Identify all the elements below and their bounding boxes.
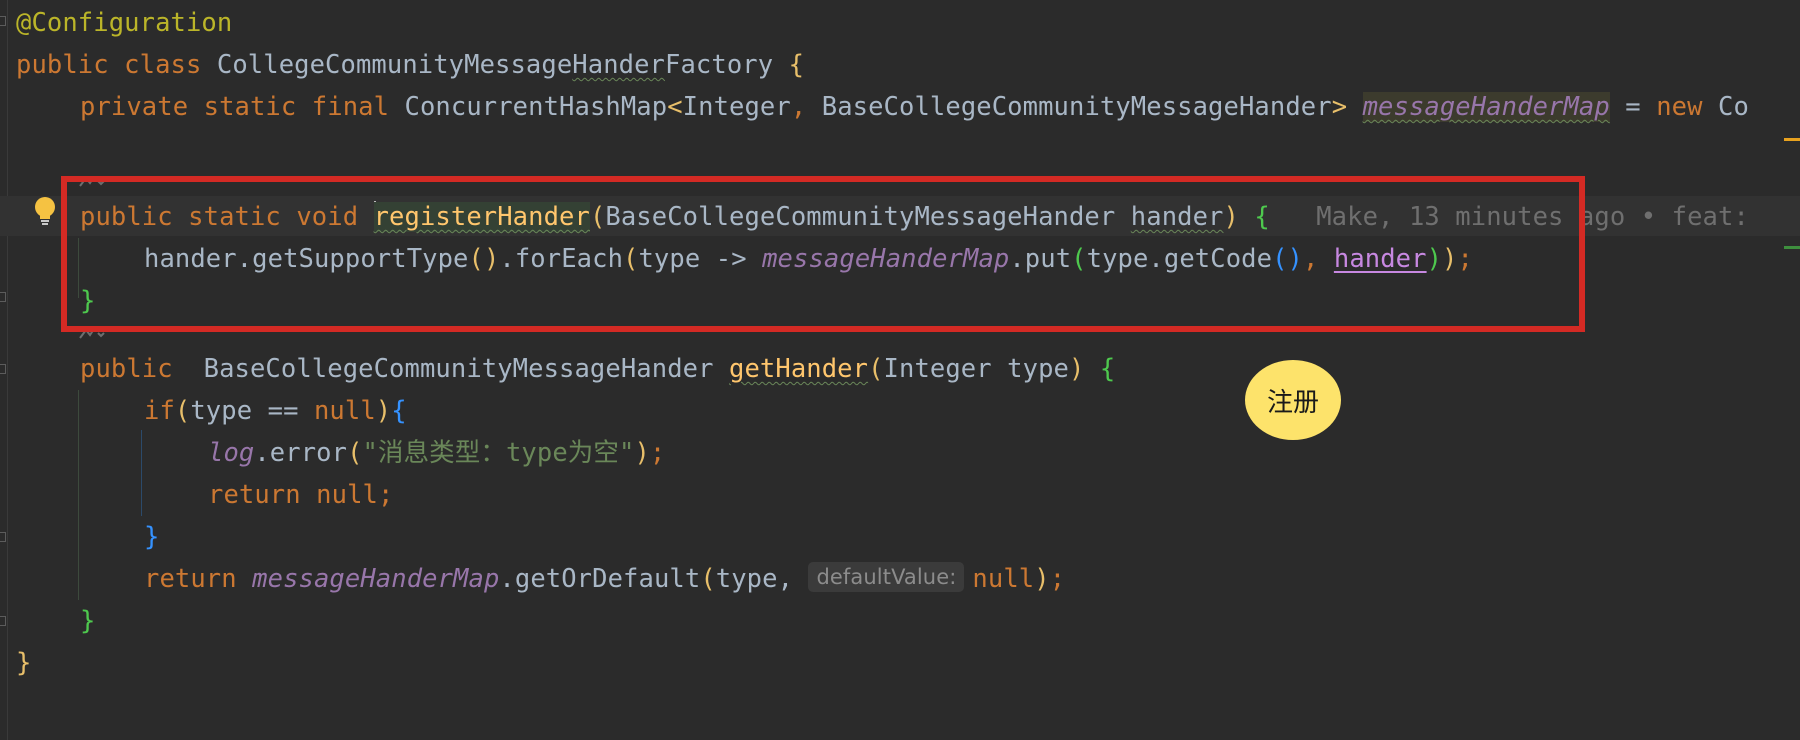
scrollbar-warning-marker[interactable] bbox=[1784, 138, 1800, 141]
keyword-token: null bbox=[313, 396, 376, 426]
indent-guide bbox=[78, 390, 79, 600]
keyword-token: null bbox=[316, 480, 378, 510]
call-token: .getOrDefault bbox=[499, 564, 701, 594]
paren: ( bbox=[868, 354, 884, 384]
code-line-1[interactable]: @Configuration bbox=[16, 2, 232, 44]
fold-marker[interactable] bbox=[0, 12, 8, 30]
type-token: BaseCollegeCommunityMessageHander bbox=[203, 354, 714, 384]
keyword-token: final bbox=[311, 92, 390, 122]
type-token: ConcurrentHashMap bbox=[404, 92, 668, 122]
lightbulb-icon[interactable] bbox=[32, 196, 58, 226]
annotation-token: @Configuration bbox=[16, 8, 233, 38]
class-name: CollegeCommunityMessage bbox=[216, 50, 573, 80]
keyword-token: public bbox=[16, 50, 109, 80]
code-line-10[interactable]: log.error("消息类型：type为空"); bbox=[208, 432, 665, 474]
code-line-3[interactable]: private static final ConcurrentHashMap<I… bbox=[80, 86, 1749, 128]
semicolon: ; bbox=[649, 438, 666, 468]
brace: { bbox=[391, 396, 407, 426]
scrollbar-change-marker[interactable] bbox=[1784, 246, 1800, 249]
type-token: Co bbox=[1718, 92, 1749, 122]
keyword-token: return bbox=[144, 564, 237, 594]
brace: } bbox=[16, 648, 32, 678]
comma: , bbox=[790, 92, 807, 122]
annotation-bubble: 注册 bbox=[1245, 360, 1341, 440]
semicolon: ; bbox=[377, 480, 394, 510]
call-token: .error bbox=[254, 438, 348, 468]
keyword-token: private bbox=[80, 92, 189, 122]
code-line-2[interactable]: public class CollegeCommunityMessageHand… bbox=[16, 44, 804, 86]
code-line-15[interactable]: } bbox=[16, 642, 31, 684]
paren: ) bbox=[1034, 564, 1050, 594]
typo-token: Hander bbox=[572, 50, 666, 80]
paren: ( bbox=[700, 564, 716, 594]
highlight-rectangle bbox=[61, 176, 1585, 332]
keyword-token: class bbox=[124, 50, 202, 80]
keyword-token: new bbox=[1656, 92, 1703, 122]
paren: ( bbox=[347, 438, 363, 468]
code-line-9[interactable]: if(type == null){ bbox=[144, 390, 407, 432]
code-editor[interactable]: @Configuration public class CollegeCommu… bbox=[0, 0, 1800, 740]
fold-marker[interactable] bbox=[0, 528, 8, 546]
keyword-token: public bbox=[80, 354, 173, 384]
fold-marker[interactable] bbox=[0, 612, 8, 630]
brace: { bbox=[788, 50, 805, 80]
generic-bracket: < bbox=[667, 92, 683, 122]
field-token: log bbox=[208, 438, 255, 468]
generic-bracket: > bbox=[1331, 92, 1348, 122]
class-name: Factory bbox=[665, 50, 774, 80]
method-name: getHander bbox=[729, 354, 869, 384]
parameter-hint: defaultValue: bbox=[808, 562, 965, 592]
keyword-token: if bbox=[144, 396, 175, 426]
code-line-12[interactable]: } bbox=[144, 516, 159, 558]
keyword-token: null bbox=[972, 564, 1035, 594]
annotation-label: 注册 bbox=[1266, 387, 1319, 418]
brace: } bbox=[80, 606, 96, 636]
parameter-token: Integer type bbox=[883, 354, 1069, 384]
keyword-token: return bbox=[208, 480, 301, 510]
type-token: Integer bbox=[682, 92, 791, 122]
paren: ) bbox=[1068, 354, 1085, 384]
string-literal: "消息类型：type为空" bbox=[362, 438, 635, 468]
paren: ) bbox=[375, 396, 392, 426]
field-token: messageHanderMap bbox=[252, 564, 500, 594]
paren: ) bbox=[634, 438, 650, 468]
code-line-8[interactable]: public BaseCollegeCommunityMessageHander… bbox=[80, 348, 1115, 390]
type-token: BaseCollegeCommunityMessageHander bbox=[821, 92, 1332, 122]
semicolon: ; bbox=[1049, 564, 1066, 594]
field-token: messageHanderMap bbox=[1362, 92, 1610, 122]
fold-marker[interactable] bbox=[0, 288, 8, 306]
paren: ( bbox=[174, 396, 191, 426]
indent-guide bbox=[141, 430, 142, 516]
brace: } bbox=[144, 522, 160, 552]
argument-token: type, bbox=[715, 564, 809, 594]
code-line-13[interactable]: return messageHanderMap.getOrDefault(typ… bbox=[144, 558, 1065, 600]
fold-marker[interactable] bbox=[0, 360, 8, 378]
code-line-14[interactable]: } bbox=[80, 600, 95, 642]
operator: = bbox=[1625, 92, 1641, 122]
code-line-11[interactable]: return null; bbox=[208, 474, 393, 516]
condition-token: type == bbox=[190, 396, 314, 426]
keyword-token: static bbox=[203, 92, 297, 122]
brace: { bbox=[1099, 354, 1116, 384]
